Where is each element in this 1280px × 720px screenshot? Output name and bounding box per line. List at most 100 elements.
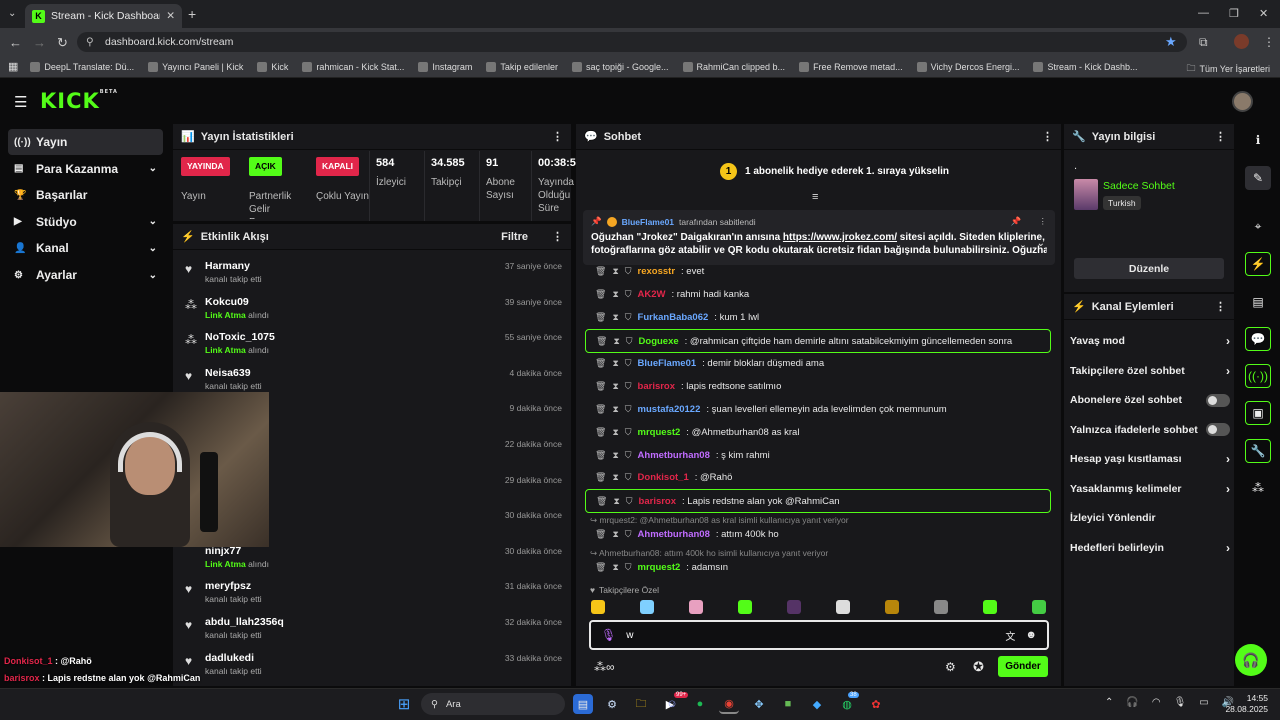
bookmark-item[interactable]: Stream - Kick Dashb... xyxy=(1033,61,1138,72)
sidebar-item-2[interactable]: 🏆 Başarılar xyxy=(8,182,163,208)
chat-message[interactable]: 🗑 ⧗ ⛉ AK2W: rahmi hadi kanka xyxy=(591,283,1049,305)
pinned-message[interactable]: 📌 BlueFlame01 tarafından sabitlendi 📌 ⋮ … xyxy=(583,210,1055,265)
chat-message[interactable]: 🗑 ⧗ ⛉ mrquest2: @Ahmetburhan08 as kral xyxy=(591,421,1049,443)
pinned-link[interactable]: https://www.jrokez.com/ xyxy=(783,232,897,243)
activity-user[interactable]: Neisa639 xyxy=(205,367,251,379)
chat-rail-icon[interactable]: 💬 xyxy=(1245,327,1271,351)
timeout-icon[interactable]: ⧗ xyxy=(612,358,618,369)
all-bookmarks[interactable]: 🗀 Tüm Yer İşaretleri xyxy=(1186,61,1270,77)
emote-icon[interactable] xyxy=(885,600,899,614)
gift-banner[interactable]: 1 1 abonelik hediye ederek 1. sıraya yük… xyxy=(720,163,949,180)
chat-username[interactable]: BlueFlame01 xyxy=(638,358,697,369)
translate-icon[interactable]: 文 xyxy=(1005,628,1015,643)
tray-chevron-icon[interactable]: ⌃ xyxy=(1105,697,1113,708)
ban-shield-icon[interactable]: ⛉ xyxy=(625,289,632,300)
ban-shield-icon[interactable]: ⛉ xyxy=(625,472,632,483)
sidebar-item-0[interactable]: ((·)) Yayın xyxy=(8,129,163,155)
chat-message[interactable]: 🗑 ⧗ ⛉ Ahmetburhan08: attım 400k ho xyxy=(591,523,1049,545)
edit-stream-info-button[interactable]: Düzenle xyxy=(1074,258,1224,279)
ban-shield-icon[interactable]: ⛉ xyxy=(625,381,632,392)
bookmark-star-icon[interactable]: ★ xyxy=(1165,34,1177,50)
delete-icon[interactable]: 🗑 xyxy=(595,266,606,277)
ban-shield-icon[interactable]: ⛉ xyxy=(625,562,632,573)
scroll-down-icon[interactable]: ≡ xyxy=(812,191,818,203)
sidebar-item-4[interactable]: 👤 Kanal ⌄ xyxy=(8,235,163,261)
delete-icon[interactable]: 🗑 xyxy=(595,404,606,415)
mods-icon[interactable]: ⁂ xyxy=(1245,476,1271,500)
chat-message[interactable]: 🗑 ⧗ ⛉ barisrox: lapis redtsone satılmıo xyxy=(591,375,1049,397)
minimize-icon[interactable]: — xyxy=(1198,7,1209,19)
timeout-icon[interactable]: ⧗ xyxy=(613,496,619,507)
timeout-icon[interactable]: ⧗ xyxy=(612,289,618,300)
emote-icon[interactable] xyxy=(591,600,605,614)
app-icon-2[interactable]: ◆ xyxy=(807,694,827,714)
ban-shield-icon[interactable]: ⛉ xyxy=(625,358,632,369)
taskbar-search[interactable]: ⚲ Ara xyxy=(421,693,565,715)
delete-icon[interactable]: 🗑 xyxy=(595,472,606,483)
chat-message[interactable]: 🗑 ⧗ ⛉ Donkisot_1: @Rahö xyxy=(591,466,1049,488)
close-tab-icon[interactable]: ✕ xyxy=(166,10,175,22)
notes-icon[interactable]: ▤ xyxy=(1245,290,1271,314)
ban-shield-icon[interactable]: ⛉ xyxy=(625,404,632,415)
emote-icon[interactable] xyxy=(640,600,654,614)
activity-user[interactable]: meryfpsz xyxy=(205,580,251,592)
bookmark-item[interactable]: RahmiCan clipped b... xyxy=(682,61,785,72)
chat-username[interactable]: rexosstr xyxy=(638,266,676,277)
clock[interactable]: 14:55 28.08.2025 xyxy=(1222,693,1268,715)
chat-input[interactable]: 🎙 w 文 ☻ xyxy=(589,620,1049,650)
channel-action-item[interactable]: Yavaş mod › xyxy=(1070,334,1230,348)
windows-start-icon[interactable]: ⊞ xyxy=(394,694,414,714)
chat-username[interactable]: AK2W xyxy=(638,289,666,300)
delete-icon[interactable]: 🗑 xyxy=(595,312,606,323)
chat-message[interactable]: 🗑 ⧗ ⛉ FurkanBaba062: kum 1 lwl xyxy=(591,306,1049,328)
chat-message[interactable]: 🗑 ⧗ ⛉ rexosstr: evet xyxy=(591,260,1049,282)
address-bar[interactable]: ⚲ dashboard.kick.com/stream xyxy=(77,32,1187,52)
ban-shield-icon[interactable]: ⛉ xyxy=(625,312,632,323)
chat-menu-icon[interactable]: ⋮ xyxy=(1042,130,1053,143)
chat-username[interactable]: barisrox xyxy=(639,496,677,507)
activity-user[interactable]: NoToxic_1075 xyxy=(205,331,275,343)
ban-shield-icon[interactable]: ⛉ xyxy=(625,266,632,277)
bookmark-item[interactable]: Takip edilenler xyxy=(486,61,558,72)
chrome-icon[interactable]: ◉ xyxy=(719,694,739,714)
forward-icon[interactable]: → xyxy=(33,35,46,50)
tools-icon[interactable]: 🔧 xyxy=(1245,439,1271,463)
unpin-icon[interactable]: 📌 xyxy=(1011,216,1022,227)
system-tray[interactable]: ⌃ 🎧 ◠ 🎙 ▭ 🔊 xyxy=(1105,697,1234,708)
bookmark-item[interactable]: Instagram xyxy=(418,61,472,72)
tray-app-icon[interactable]: ◠ xyxy=(1152,697,1161,708)
ban-shield-icon[interactable]: ⛉ xyxy=(625,427,632,438)
browser-tab[interactable]: K Stream - Kick Dashboard ✕ xyxy=(25,4,182,28)
browser-menu-icon[interactable]: ⋮ xyxy=(1263,35,1275,49)
activity-menu-icon[interactable]: ⋮ xyxy=(552,230,563,243)
chat-tools-icon[interactable]: ⁂∞ xyxy=(594,660,615,674)
spotify-icon[interactable]: ● xyxy=(690,694,710,714)
sidebar-item-3[interactable]: ▶ Stüdyo ⌄ xyxy=(8,209,163,235)
chat-message[interactable]: 🗑 ⧗ ⛉ BlueFlame01: demir blokları düşmedi a… xyxy=(591,352,1049,374)
reload-icon[interactable]: ↻ xyxy=(57,35,68,51)
chat-message[interactable]: 🗑 ⧗ ⛉ mrquest2: adamsın xyxy=(591,556,1049,578)
info-icon[interactable]: ℹ xyxy=(1245,128,1271,152)
timeout-icon[interactable]: ⧗ xyxy=(612,404,618,415)
bookmark-item[interactable]: Kick xyxy=(257,61,288,72)
quick-actions-icon[interactable]: ⚡ xyxy=(1245,252,1271,276)
app-icon-1[interactable]: ✥ xyxy=(749,694,769,714)
hamburger-menu-icon[interactable]: ☰ xyxy=(14,93,27,111)
timeout-icon[interactable]: ⧗ xyxy=(612,562,618,573)
mic-tray-icon[interactable]: 🎙 xyxy=(1174,697,1187,708)
channel-action-item[interactable]: Yasaklanmış kelimeler › xyxy=(1070,482,1230,496)
chat-message[interactable]: 🗑 ⧗ ⛉ mustafa20122: şuan levelleri ellemeyi… xyxy=(591,398,1049,420)
chat-username[interactable]: mrquest2 xyxy=(638,562,681,573)
target-icon[interactable]: ⌖ xyxy=(1245,214,1271,238)
edit-icon[interactable]: ✎ xyxy=(1245,166,1271,190)
activity-user[interactable]: Harmany xyxy=(205,260,250,272)
category-name[interactable]: Sadece Sohbet xyxy=(1103,180,1175,192)
delete-icon[interactable]: 🗑 xyxy=(595,529,606,540)
delete-icon[interactable]: 🗑 xyxy=(596,336,607,347)
send-button[interactable]: Gönder xyxy=(998,656,1048,677)
toggle-switch[interactable] xyxy=(1206,423,1230,436)
kick-logo[interactable]: KICKBETA xyxy=(40,89,118,113)
chat-settings-icon[interactable]: ⚙ xyxy=(945,660,956,674)
chat-username[interactable]: Ahmetburhan08 xyxy=(638,529,710,540)
channel-action-item[interactable]: Takipçilere özel sohbet › xyxy=(1070,364,1230,378)
